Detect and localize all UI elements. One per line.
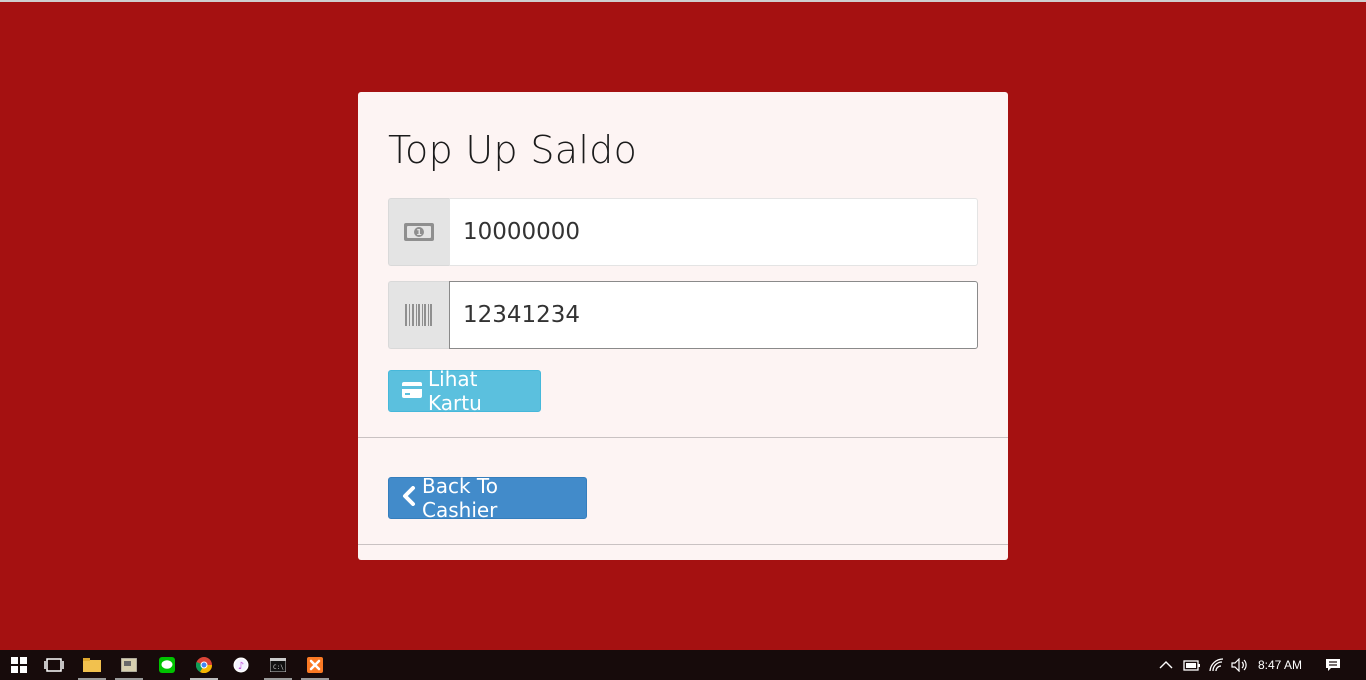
credit-card-icon xyxy=(402,379,422,403)
taskbar: ♪ C:\ 8:47 AM xyxy=(0,650,1366,680)
back-to-cashier-button[interactable]: Back To Cashier xyxy=(388,474,587,522)
card-number-field[interactable] xyxy=(449,281,978,349)
chevron-left-icon xyxy=(402,485,416,511)
action-center-icon[interactable] xyxy=(1325,650,1341,680)
battery-icon[interactable] xyxy=(1183,650,1201,680)
window-top-edge xyxy=(0,0,1366,2)
show-hidden-icons-icon[interactable] xyxy=(1159,650,1173,680)
svg-text:C:\: C:\ xyxy=(273,664,284,671)
topup-card: Top Up Saldo 1 10000000 12341234 Lihat K… xyxy=(358,92,1008,560)
amount-field[interactable] xyxy=(449,198,978,266)
view-card-button[interactable]: Lihat Kartu xyxy=(388,367,541,415)
amount-input-group: 1 xyxy=(388,198,978,266)
svg-text:1: 1 xyxy=(416,228,422,237)
command-prompt-icon[interactable]: C:\ xyxy=(259,650,297,680)
money-bill-icon: 1 xyxy=(388,198,449,266)
svg-text:♪: ♪ xyxy=(238,661,244,672)
line-app-icon[interactable] xyxy=(148,650,186,680)
file-explorer-icon[interactable] xyxy=(73,650,111,680)
view-card-label: Lihat Kartu xyxy=(428,367,482,415)
volume-icon[interactable] xyxy=(1231,650,1249,680)
task-view-icon[interactable] xyxy=(35,650,73,680)
taskbar-clock[interactable]: 8:47 AM xyxy=(1258,650,1302,680)
page-title: Top Up Saldo xyxy=(388,128,638,172)
app-window-icon[interactable] xyxy=(110,650,148,680)
chrome-icon[interactable] xyxy=(185,650,223,680)
card-number-input-group xyxy=(388,281,978,349)
section-divider xyxy=(358,437,1008,438)
windows-start-icon[interactable] xyxy=(0,650,38,680)
footer-divider xyxy=(358,544,1008,545)
wifi-icon[interactable] xyxy=(1209,650,1225,680)
back-to-cashier-label: Back To Cashier xyxy=(422,474,498,522)
barcode-icon xyxy=(388,281,449,349)
itunes-icon[interactable]: ♪ xyxy=(222,650,260,680)
xampp-icon[interactable] xyxy=(296,650,334,680)
